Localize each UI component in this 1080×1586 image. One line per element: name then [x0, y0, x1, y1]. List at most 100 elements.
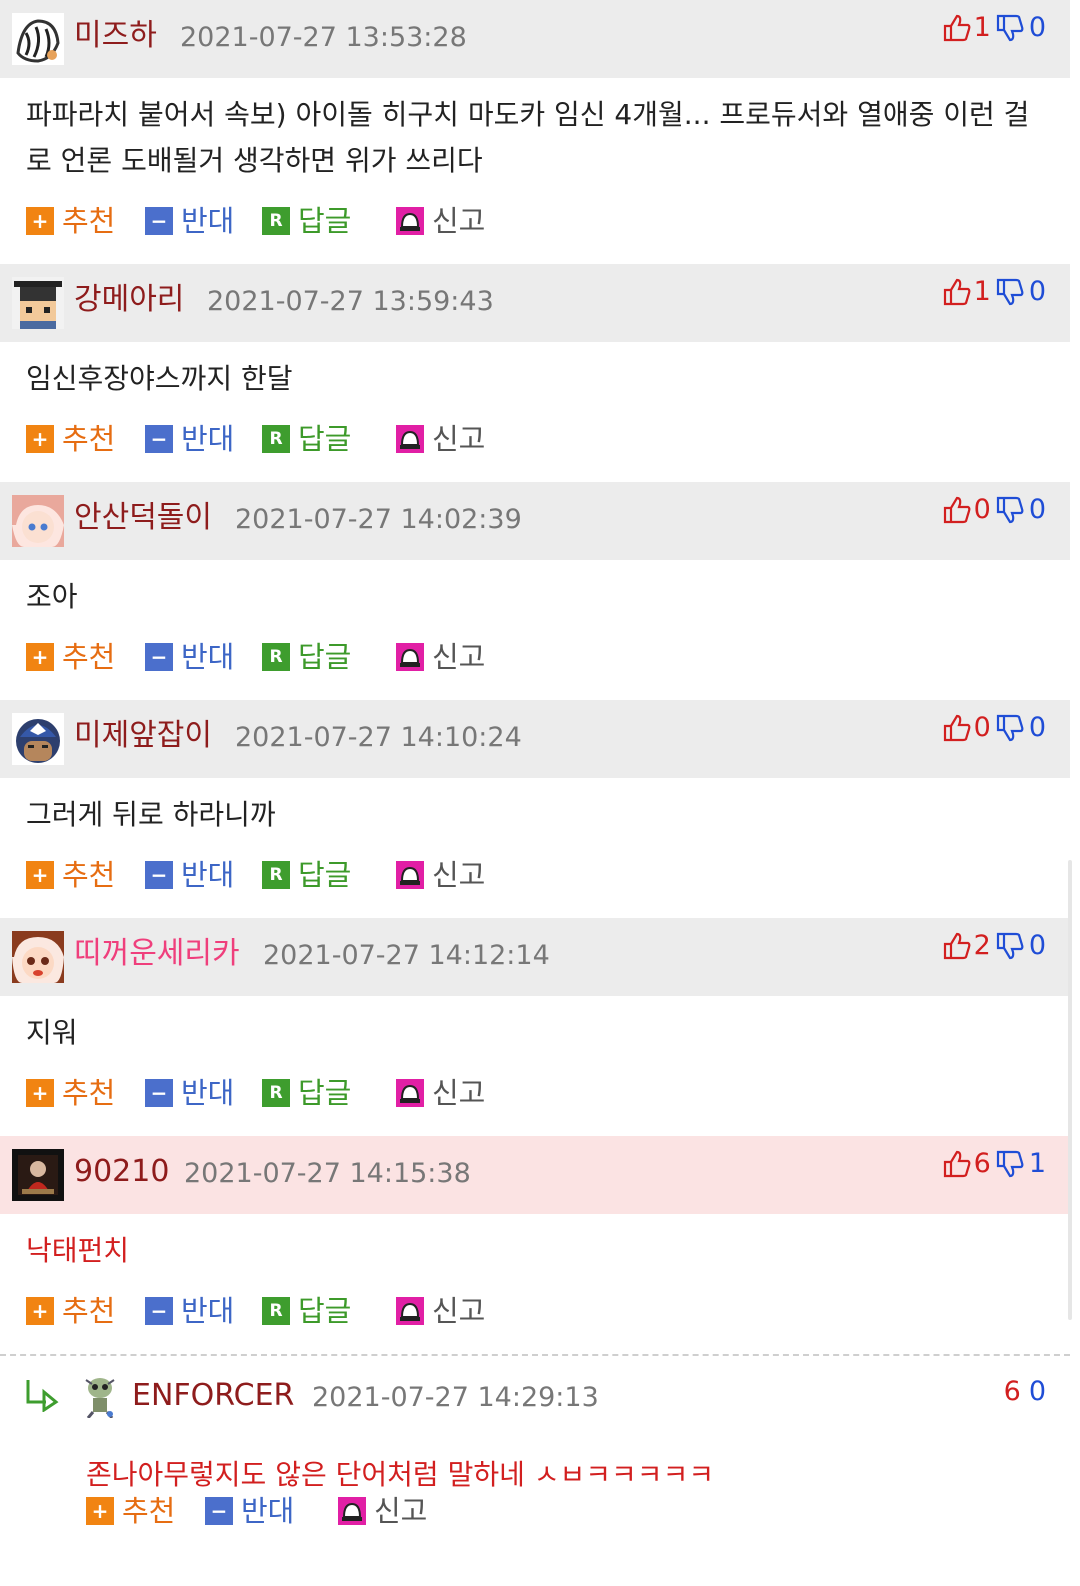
comment-header: 띠꺼운세리카 2021-07-27 14:12:14 2 0	[0, 918, 1070, 996]
comment: 강메아리 2021-07-27 13:59:43 1 0 임신후장야스까지 한달…	[0, 264, 1070, 482]
upvote-count: 6	[973, 1148, 991, 1179]
comment-text: 그러게 뒤로 하라니까	[26, 798, 276, 831]
avatar[interactable]	[12, 277, 64, 329]
report-button[interactable]: 신고	[396, 1294, 485, 1328]
comment-actions: + 추천 − 반대 R 답글 신고	[0, 620, 1070, 700]
comment-text: 조아	[26, 580, 78, 613]
reply-button[interactable]: R 답글	[262, 1076, 351, 1110]
comment-actions: + 추천 − 반대 R 답글 신고	[0, 402, 1070, 482]
oppose-button[interactable]: − 반대	[145, 422, 234, 456]
reply-button[interactable]: R 답글	[262, 1294, 351, 1328]
avatar[interactable]	[12, 713, 64, 765]
downvote-count: 0	[1028, 712, 1046, 743]
oppose-button[interactable]: − 반대	[205, 1494, 294, 1528]
vote-counts: 1 0	[942, 12, 1046, 43]
upvote-count: 1	[973, 276, 991, 307]
nickname[interactable]: 띠꺼운세리카	[74, 936, 240, 972]
siren-icon	[396, 425, 424, 453]
minus-icon: −	[145, 425, 173, 453]
nickname[interactable]: 미즈하	[74, 18, 157, 54]
avatar[interactable]	[80, 1374, 132, 1426]
minus-icon: −	[145, 643, 173, 671]
thumbs-down-icon	[996, 14, 1024, 41]
comment: 미즈하 2021-07-27 13:53:28 1 0 파파라치 붙어서 속보)…	[0, 0, 1070, 264]
report-button[interactable]: 신고	[396, 858, 485, 892]
avatar[interactable]	[12, 1149, 64, 1201]
oppose-button[interactable]: − 반대	[145, 1076, 234, 1110]
avatar[interactable]	[12, 931, 64, 983]
nickname[interactable]: ENFORCER	[132, 1378, 294, 1414]
recommend-button[interactable]: + 추천	[86, 1494, 175, 1528]
plus-icon: +	[26, 425, 54, 453]
nickname[interactable]: 강메아리	[74, 282, 184, 318]
thumbs-up-icon	[943, 278, 971, 305]
comment-header: 미제앞잡이 2021-07-27 14:10:24 0 0	[0, 700, 1070, 778]
timestamp: 2021-07-27 14:15:38	[184, 1158, 471, 1189]
nickname[interactable]: 90210	[74, 1154, 169, 1190]
downvote-count: 1	[1028, 1148, 1046, 1179]
plus-icon: +	[26, 1297, 54, 1325]
vote-counts: 0 0	[942, 712, 1046, 743]
siren-icon	[396, 1297, 424, 1325]
comment-header: 미즈하 2021-07-27 13:53:28 1 0	[0, 0, 1070, 78]
nickname[interactable]: 안산덕돌이	[74, 500, 212, 536]
oppose-button[interactable]: − 반대	[145, 858, 234, 892]
r-icon: R	[262, 207, 290, 235]
report-button[interactable]: 신고	[338, 1494, 427, 1528]
recommend-button[interactable]: + 추천	[26, 1076, 115, 1110]
timestamp: 2021-07-27 14:10:24	[235, 722, 522, 753]
nickname[interactable]: 미제앞잡이	[74, 718, 212, 754]
comment-text: 낙태펀치	[26, 1234, 130, 1267]
thumbs-down-icon	[996, 714, 1024, 741]
r-icon: R	[262, 1297, 290, 1325]
recommend-button[interactable]: + 추천	[26, 640, 115, 674]
recommend-button[interactable]: + 추천	[26, 204, 115, 238]
comment-highlighted: 90210 2021-07-27 14:15:38 6 1 낙태펀치 + 추천 −…	[0, 1136, 1070, 1354]
thumbs-down-icon	[996, 278, 1024, 305]
oppose-button[interactable]: − 반대	[145, 1294, 234, 1328]
thumbs-up-icon	[943, 932, 971, 959]
siren-icon	[396, 861, 424, 889]
oppose-button[interactable]: − 반대	[145, 640, 234, 674]
thumbs-up-icon	[943, 14, 971, 41]
siren-icon	[396, 207, 424, 235]
r-icon: R	[262, 643, 290, 671]
downvote-count: 0	[1028, 494, 1046, 525]
avatar[interactable]	[12, 13, 64, 65]
plus-icon: +	[26, 861, 54, 889]
minus-icon: −	[145, 861, 173, 889]
thumbs-down-icon	[996, 1150, 1024, 1177]
minus-icon: −	[205, 1497, 233, 1525]
plus-icon: +	[86, 1497, 114, 1525]
r-icon: R	[262, 425, 290, 453]
recommend-button[interactable]: + 추천	[26, 858, 115, 892]
report-button[interactable]: 신고	[396, 640, 485, 674]
plus-icon: +	[26, 207, 54, 235]
scrollbar[interactable]	[1068, 860, 1072, 1320]
upvote-count: 6	[1003, 1376, 1021, 1407]
thumbs-down-icon	[996, 496, 1024, 523]
avatar[interactable]	[12, 495, 64, 547]
recommend-button[interactable]: + 추천	[26, 422, 115, 456]
reply-button[interactable]: R 답글	[262, 858, 351, 892]
reply-arrow-icon	[26, 1380, 59, 1412]
timestamp: 2021-07-27 14:12:14	[263, 940, 550, 971]
timestamp: 2021-07-27 13:59:43	[207, 286, 494, 317]
report-button[interactable]: 신고	[396, 1076, 485, 1110]
recommend-button[interactable]: + 추천	[26, 1294, 115, 1328]
plus-icon: +	[26, 643, 54, 671]
timestamp: 2021-07-27 14:29:13	[312, 1382, 599, 1413]
downvote-count: 0	[1028, 930, 1046, 961]
comment-actions: + 추천 − 반대 R 답글 신고	[0, 1056, 1070, 1136]
oppose-button[interactable]: − 반대	[145, 204, 234, 238]
reply-button[interactable]: R 답글	[262, 204, 351, 238]
reply-button[interactable]: R 답글	[262, 640, 351, 674]
minus-icon: −	[145, 1079, 173, 1107]
siren-icon	[396, 1079, 424, 1107]
report-button[interactable]: 신고	[396, 204, 485, 238]
reply-button[interactable]: R 답글	[262, 422, 351, 456]
comment-text: 지워	[26, 1016, 78, 1049]
report-button[interactable]: 신고	[396, 422, 485, 456]
comment: 안산덕돌이 2021-07-27 14:02:39 0 0 조아 + 추천 − 반대…	[0, 482, 1070, 700]
reply-comment: ENFORCER 2021-07-27 14:29:13 6 0 존나아무렇지도…	[0, 1354, 1070, 1586]
